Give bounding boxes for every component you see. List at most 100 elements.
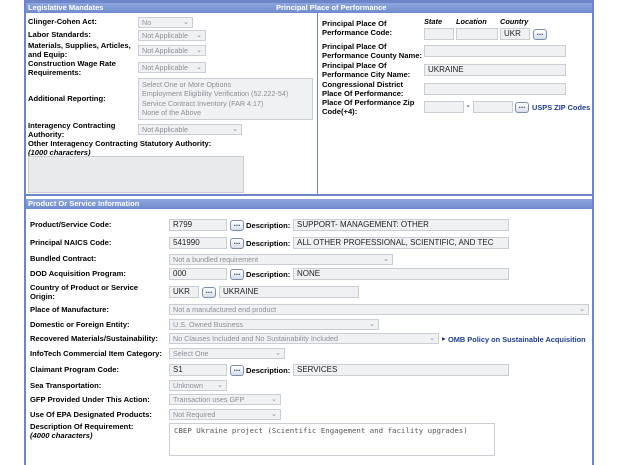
pop-city-label: Principal Place Of Performance City Name…: [322, 61, 411, 79]
clinger-cohen-value: No: [142, 18, 152, 27]
contract-form: Legislative Mandates Principal Place of …: [24, 0, 594, 465]
chevron-down-icon: ⌄: [271, 396, 277, 403]
psc-description-label: Description:: [246, 221, 291, 230]
additional-reporting-label: Additional Reporting:: [28, 94, 106, 103]
chevron-down-icon: ⌄: [275, 350, 281, 357]
state-column-header: State: [424, 17, 443, 26]
naics-description-input: ALL OTHER PROFESSIONAL, SCIENTIFIC, AND …: [293, 237, 509, 249]
gfp-select[interactable]: Transaction uses GFP ⌄: [169, 394, 281, 405]
congressional-label: Congressional District Place Of Performa…: [322, 80, 403, 98]
origin-code-input[interactable]: UKR: [169, 286, 199, 298]
pop-country-input[interactable]: UKR: [500, 28, 530, 40]
epa-select[interactable]: Not Required ⌄: [169, 409, 281, 420]
additional-reporting-option[interactable]: None of the Above: [142, 108, 309, 117]
dod-program-label: DOD Acquisition Program:: [30, 269, 126, 278]
ellipsis-lookup-icon[interactable]: ...: [230, 269, 244, 280]
legislative-title: Legislative Mandates: [28, 3, 104, 12]
pop-county-label-line2: Performance County Name:: [322, 50, 423, 60]
product-title: Product Or Service Information: [28, 199, 140, 208]
claimant-description-label: Description:: [246, 366, 291, 375]
dod-description-value: NONE: [297, 269, 321, 278]
pop-city-label-line2: Performance City Name:: [322, 69, 411, 79]
sea-value: Unknown: [173, 381, 203, 390]
pop-zip-label-line2: Code(+4):: [322, 106, 358, 116]
ellipsis-lookup-icon[interactable]: ...: [202, 287, 216, 298]
origin-label-line2: Origin:: [30, 291, 55, 301]
interagency-label-line2: Authority:: [28, 129, 65, 139]
interagency-label: Interagency Contracting Authority:: [28, 121, 115, 139]
chevron-down-icon: ⌄: [196, 64, 202, 71]
section-divider: [26, 194, 592, 196]
additional-reporting-option[interactable]: Employment Eligibility Verification (52.…: [142, 89, 309, 98]
origin-name-input: UKRAINE: [219, 286, 359, 298]
entity-value: U.S. Owned Business: [173, 320, 243, 329]
usps-zip-codes-link[interactable]: USPS ZIP Codes: [532, 103, 590, 112]
product-band: Product Or Service Information: [26, 199, 592, 209]
pop-county-input[interactable]: [424, 45, 566, 57]
pop-state-input[interactable]: [424, 28, 454, 40]
pop-code-label: Principal Place Of Performance Code:: [322, 19, 393, 37]
gfp-value: Transaction uses GFP: [173, 395, 245, 404]
pop-zip-input[interactable]: [424, 101, 464, 113]
naics-description-value: ALL OTHER PROFESSIONAL, SCIENTIFIC, AND …: [297, 238, 494, 247]
manufacture-label: Place of Manufacture:: [30, 305, 109, 314]
bundled-label: Bundled Contract:: [30, 254, 97, 263]
recovered-select[interactable]: No Clauses Included and No Sustainabilit…: [169, 333, 439, 344]
interagency-select[interactable]: Not Applicable ⌄: [138, 124, 242, 135]
construction-wage-label: Construction Wage Rate Requirements:: [28, 59, 116, 77]
materials-select[interactable]: Not Applicable ⌄: [138, 45, 206, 56]
labor-standards-label: Labor Standards:: [28, 30, 91, 39]
additional-reporting-listbox[interactable]: Select One or More Options Employment El…: [138, 78, 313, 120]
requirement-textarea[interactable]: CBEP Ukraine project (Scientific Engagem…: [169, 423, 495, 456]
entity-select[interactable]: U.S. Owned Business ⌄: [169, 319, 379, 330]
labor-standards-select[interactable]: Not Applicable ⌄: [138, 30, 206, 41]
additional-reporting-option[interactable]: Service Contract Inventory (FAR 4.17): [142, 99, 309, 108]
ellipsis-lookup-icon[interactable]: ...: [533, 29, 547, 40]
psc-input[interactable]: R799: [169, 219, 227, 231]
infotech-select[interactable]: Select One ⌄: [169, 348, 285, 359]
claimant-input[interactable]: S1: [169, 364, 227, 376]
naics-input[interactable]: 541990: [169, 237, 227, 249]
pop-zip-label: Place Of Performance Zip Code(+4):: [322, 98, 414, 116]
epa-label: Use Of EPA Designated Products:: [30, 410, 152, 419]
requirement-label: Description Of Requirement: (4000 charac…: [30, 422, 133, 440]
pop-location-input[interactable]: [456, 28, 498, 40]
infotech-label: InfoTech Commercial Item Category:: [30, 349, 162, 358]
clinger-cohen-select[interactable]: No ⌄: [138, 17, 193, 28]
materials-value: Not Applicable: [142, 46, 188, 55]
construction-wage-value: Not Applicable: [142, 63, 188, 72]
omb-policy-link[interactable]: OMB Policy on Sustainable Acquisition: [448, 335, 586, 344]
pop-city-input[interactable]: UKRAINE: [424, 64, 566, 76]
ellipsis-lookup-icon[interactable]: ...: [230, 220, 244, 231]
other-interagency-textarea[interactable]: [28, 156, 244, 193]
congressional-input[interactable]: [424, 83, 566, 95]
interagency-value: Not Applicable: [142, 125, 188, 134]
chevron-down-icon: ⌄: [196, 47, 202, 54]
naics-value: 541990: [173, 238, 200, 247]
bundled-value: Not a bundled requirement: [173, 255, 259, 264]
dod-program-input[interactable]: 000: [169, 268, 227, 280]
other-interagency-label: Other Interagency Contracting Statutory …: [28, 139, 211, 157]
bundled-select[interactable]: Not a bundled requirement ⌄: [169, 254, 393, 265]
chevron-down-icon: ⌄: [271, 411, 277, 418]
origin-name-value: UKRAINE: [223, 287, 259, 296]
sea-select[interactable]: Unknown ⌄: [169, 380, 227, 391]
location-column-header: Location: [456, 17, 487, 26]
epa-value: Not Required: [173, 410, 216, 419]
materials-label-line2: and Equip:: [28, 49, 68, 59]
info-arrow-icon: ▸: [442, 334, 446, 343]
ellipsis-lookup-icon[interactable]: ...: [230, 238, 244, 249]
construction-wage-select[interactable]: Not Applicable ⌄: [138, 62, 206, 73]
materials-label: Materials, Supplies, Articles, and Equip…: [28, 41, 131, 59]
chevron-down-icon: ⌄: [429, 335, 435, 342]
claimant-description-value: SERVICES: [297, 365, 338, 374]
ellipsis-lookup-icon[interactable]: ...: [515, 102, 529, 113]
psc-description-input: SUPPORT- MANAGEMENT: OTHER: [293, 219, 509, 231]
pop-zip4-input[interactable]: [473, 101, 513, 113]
ellipsis-lookup-icon[interactable]: ...: [230, 365, 244, 376]
pop-code-label-line2: Performance Code:: [322, 27, 393, 37]
manufacture-select[interactable]: Not a manufactured end product ⌄: [169, 304, 589, 315]
column-divider: [317, 13, 318, 194]
additional-reporting-option[interactable]: Select One or More Options: [142, 80, 309, 89]
claimant-label: Claimant Program Code:: [30, 365, 120, 374]
